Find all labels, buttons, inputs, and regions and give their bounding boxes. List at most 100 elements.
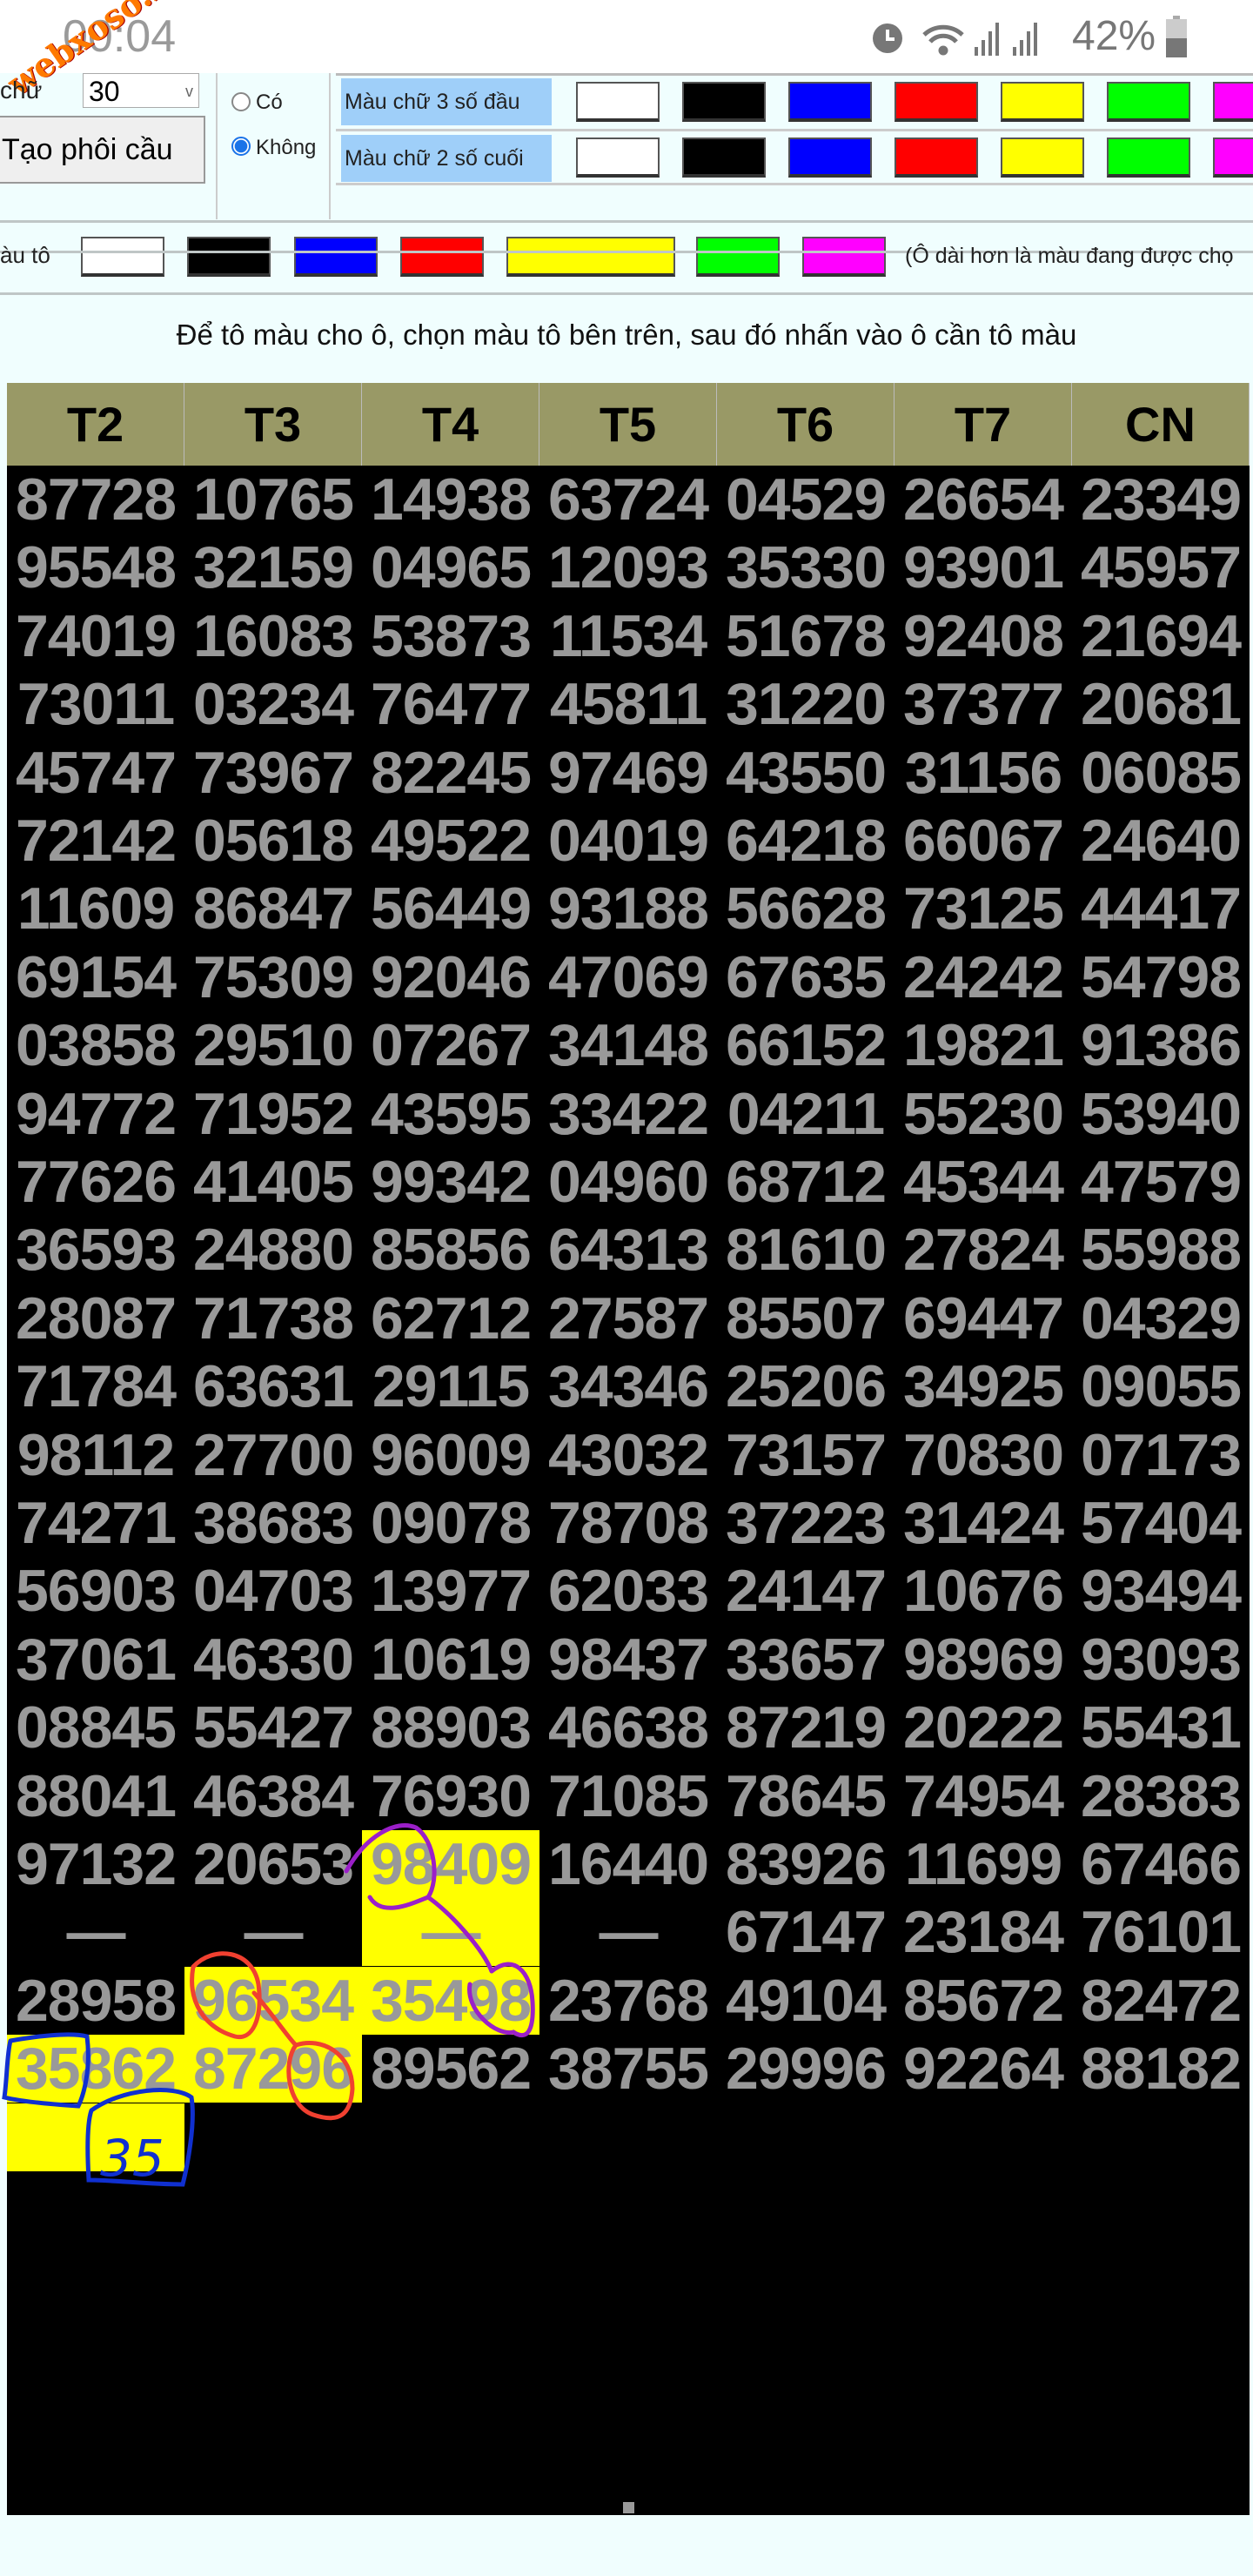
table-cell[interactable]: 66067 <box>895 807 1072 875</box>
table-cell[interactable]: 76101 <box>1072 1898 1250 1966</box>
table-cell[interactable]: 16440 <box>539 1830 717 1898</box>
table-cell[interactable]: 69447 <box>895 1285 1072 1352</box>
table-cell[interactable]: 20653 <box>184 1830 362 1898</box>
table-cell[interactable]: 82472 <box>1072 1967 1250 2035</box>
text-color-3-swatch[interactable] <box>1001 82 1084 122</box>
table-cell[interactable]: 85507 <box>717 1285 895 1352</box>
radio-no[interactable] <box>231 137 251 156</box>
table-cell[interactable]: 16083 <box>184 602 362 670</box>
table-cell[interactable]: 85856 <box>362 1216 539 1284</box>
table-cell[interactable]: 28958 <box>7 1967 184 2035</box>
table-cell[interactable]: — <box>7 1898 184 1966</box>
table-cell[interactable]: 88182 <box>1072 2035 1250 2103</box>
text-color-3-swatch[interactable] <box>1213 82 1253 122</box>
table-cell[interactable]: 76477 <box>362 670 539 738</box>
table-cell[interactable]: 87728 <box>7 466 184 533</box>
table-cell[interactable]: 44417 <box>1072 875 1250 943</box>
table-cell[interactable]: 88903 <box>362 1694 539 1761</box>
table-cell[interactable]: 74271 <box>7 1489 184 1557</box>
fill-color-swatch[interactable] <box>400 237 484 277</box>
table-cell[interactable]: 64218 <box>717 807 895 875</box>
table-cell[interactable]: 98112 <box>7 1421 184 1489</box>
table-cell[interactable]: 31424 <box>895 1489 1072 1557</box>
table-cell[interactable]: 66152 <box>717 1011 895 1079</box>
table-cell[interactable]: 98409 <box>362 1830 539 1898</box>
text-color-2-swatch[interactable] <box>895 138 978 178</box>
text-color-3-swatch[interactable] <box>682 82 766 122</box>
table-cell[interactable]: 74954 <box>895 1762 1072 1830</box>
table-cell[interactable]: 53940 <box>1072 1080 1250 1148</box>
table-cell[interactable]: 68712 <box>717 1148 895 1216</box>
table-cell[interactable]: 10676 <box>895 1557 1072 1625</box>
table-cell[interactable]: 76930 <box>362 1762 539 1830</box>
table-cell[interactable]: 88041 <box>7 1762 184 1830</box>
table-cell[interactable] <box>895 2103 1072 2171</box>
table-cell[interactable]: 31220 <box>717 670 895 738</box>
table-cell[interactable]: 67635 <box>717 943 895 1011</box>
text-color-2-swatch[interactable] <box>1001 138 1084 178</box>
table-cell[interactable]: 87296 <box>184 2035 362 2103</box>
table-cell[interactable]: 89562 <box>362 2035 539 2103</box>
table-cell[interactable]: 63631 <box>184 1352 362 1420</box>
table-cell[interactable] <box>539 2103 717 2171</box>
table-cell[interactable]: 46330 <box>184 1626 362 1694</box>
table-cell[interactable]: 23768 <box>539 1967 717 2035</box>
table-cell[interactable]: — <box>539 1898 717 1966</box>
table-cell[interactable]: 08845 <box>7 1694 184 1761</box>
table-cell[interactable]: 69154 <box>7 943 184 1011</box>
table-cell[interactable]: 78708 <box>539 1489 717 1557</box>
table-cell[interactable]: 31156 <box>895 739 1072 807</box>
table-cell[interactable]: 82245 <box>362 739 539 807</box>
table-cell[interactable]: 43595 <box>362 1080 539 1148</box>
table-cell[interactable]: 04965 <box>362 533 539 601</box>
table-cell[interactable]: 56903 <box>7 1557 184 1625</box>
table-cell[interactable]: 85672 <box>895 1967 1072 2035</box>
table-cell[interactable]: 38683 <box>184 1489 362 1557</box>
table-cell[interactable]: 09078 <box>362 1489 539 1557</box>
table-cell[interactable]: 14938 <box>362 466 539 533</box>
radio-yes[interactable] <box>231 92 251 111</box>
table-cell[interactable]: 92408 <box>895 602 1072 670</box>
table-cell[interactable]: 93188 <box>539 875 717 943</box>
table-cell[interactable]: 67466 <box>1072 1830 1250 1898</box>
table-cell[interactable]: 93093 <box>1072 1626 1250 1694</box>
table-cell[interactable]: 13977 <box>362 1557 539 1625</box>
table-cell[interactable]: 55230 <box>895 1080 1072 1148</box>
table-cell[interactable]: 51678 <box>717 602 895 670</box>
table-cell[interactable]: 73125 <box>895 875 1072 943</box>
table-cell[interactable]: 71952 <box>184 1080 362 1148</box>
table-cell[interactable]: 04211 <box>717 1080 895 1148</box>
text-color-3-swatch[interactable] <box>1107 82 1190 122</box>
table-cell[interactable]: 62033 <box>539 1557 717 1625</box>
table-cell[interactable]: 20222 <box>895 1694 1072 1761</box>
table-cell[interactable]: 56449 <box>362 875 539 943</box>
fill-color-swatch[interactable] <box>802 237 886 277</box>
table-cell[interactable]: 95548 <box>7 533 184 601</box>
table-cell[interactable]: 10619 <box>362 1626 539 1694</box>
text-color-3-swatch[interactable] <box>895 82 978 122</box>
table-cell[interactable]: 49104 <box>717 1967 895 2035</box>
table-cell[interactable]: 04019 <box>539 807 717 875</box>
table-cell[interactable]: 11699 <box>895 1830 1072 1898</box>
fill-color-swatch[interactable] <box>294 237 378 277</box>
table-cell[interactable]: 78645 <box>717 1762 895 1830</box>
table-cell[interactable]: 77626 <box>7 1148 184 1216</box>
table-cell[interactable]: 24242 <box>895 943 1072 1011</box>
table-cell[interactable]: 75309 <box>184 943 362 1011</box>
table-cell[interactable]: 04529 <box>717 466 895 533</box>
table-cell[interactable]: 12093 <box>539 533 717 601</box>
table-cell[interactable]: 47069 <box>539 943 717 1011</box>
table-cell[interactable]: 43032 <box>539 1421 717 1489</box>
table-cell[interactable]: 43550 <box>717 739 895 807</box>
table-cell[interactable]: 72142 <box>7 807 184 875</box>
table-cell[interactable]: 05618 <box>184 807 362 875</box>
table-cell[interactable] <box>362 2103 539 2171</box>
table-cell[interactable]: 32159 <box>184 533 362 601</box>
fill-color-swatch[interactable] <box>696 237 780 277</box>
table-cell[interactable] <box>184 2103 362 2171</box>
table-cell[interactable]: 53873 <box>362 602 539 670</box>
table-cell[interactable]: 06085 <box>1072 739 1250 807</box>
table-cell[interactable]: 71738 <box>184 1285 362 1352</box>
table-cell[interactable]: 45344 <box>895 1148 1072 1216</box>
table-cell[interactable]: 37223 <box>717 1489 895 1557</box>
